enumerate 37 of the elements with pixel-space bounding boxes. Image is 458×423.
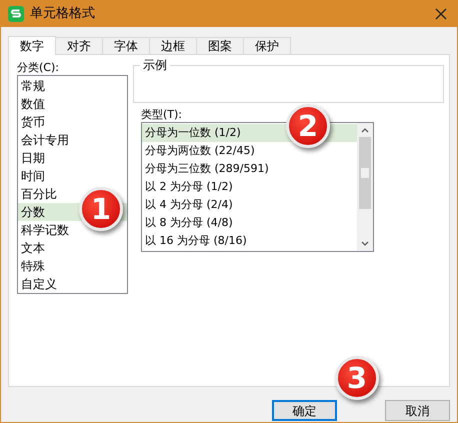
category-item[interactable]: 分数: [21, 203, 45, 221]
type-label: 类型(T):: [140, 108, 184, 122]
category-item[interactable]: 自定义: [21, 275, 57, 293]
close-icon[interactable]: [435, 8, 447, 20]
tab[interactable]: 对齐: [55, 37, 103, 54]
scroll-down-icon[interactable]: [361, 241, 369, 246]
category-item[interactable]: 特殊: [21, 257, 45, 275]
cancel-button[interactable]: 取消: [385, 400, 450, 421]
tab[interactable]: 图案: [196, 37, 244, 54]
spreadsheet-app-icon: [8, 6, 24, 22]
type-item[interactable]: 以 8 为分母 (4/8): [145, 214, 233, 232]
category-label: 分类(C):: [17, 60, 60, 75]
category-item[interactable]: 货币: [21, 113, 45, 131]
category-item[interactable]: 常规: [21, 77, 45, 95]
type-item[interactable]: 分母为一位数 (1/2): [145, 124, 241, 142]
tab[interactable]: 数字: [8, 36, 56, 55]
category-item[interactable]: 百分比: [21, 185, 57, 203]
sample-label: 示例: [140, 57, 170, 73]
category-item[interactable]: 日期: [21, 149, 45, 167]
type-item[interactable]: 分母为三位数 (289/591): [145, 160, 269, 178]
category-item[interactable]: 会计专用: [21, 131, 69, 149]
tab[interactable]: 字体: [102, 37, 150, 54]
type-item[interactable]: 以 4 为分母 (2/4): [145, 196, 233, 214]
scroll-up-icon[interactable]: [361, 128, 369, 133]
type-item[interactable]: 以 16 为分母 (8/16): [145, 232, 247, 250]
tab[interactable]: 保护: [243, 37, 291, 54]
ok-button[interactable]: 确定: [272, 400, 337, 421]
type-item[interactable]: 分母为两位数 (22/45): [145, 142, 255, 160]
window-title: 单元格格式: [30, 5, 95, 24]
scroll-thumb[interactable]: [361, 168, 369, 178]
category-item[interactable]: 科学记数: [21, 221, 69, 239]
category-item[interactable]: 文本: [21, 239, 45, 257]
tab[interactable]: 边框: [149, 37, 197, 54]
category-item[interactable]: 时间: [21, 167, 45, 185]
scrollbar[interactable]: [357, 123, 373, 251]
type-item[interactable]: 以 2 为分母 (1/2): [145, 178, 233, 196]
category-item[interactable]: 数值: [21, 95, 45, 113]
